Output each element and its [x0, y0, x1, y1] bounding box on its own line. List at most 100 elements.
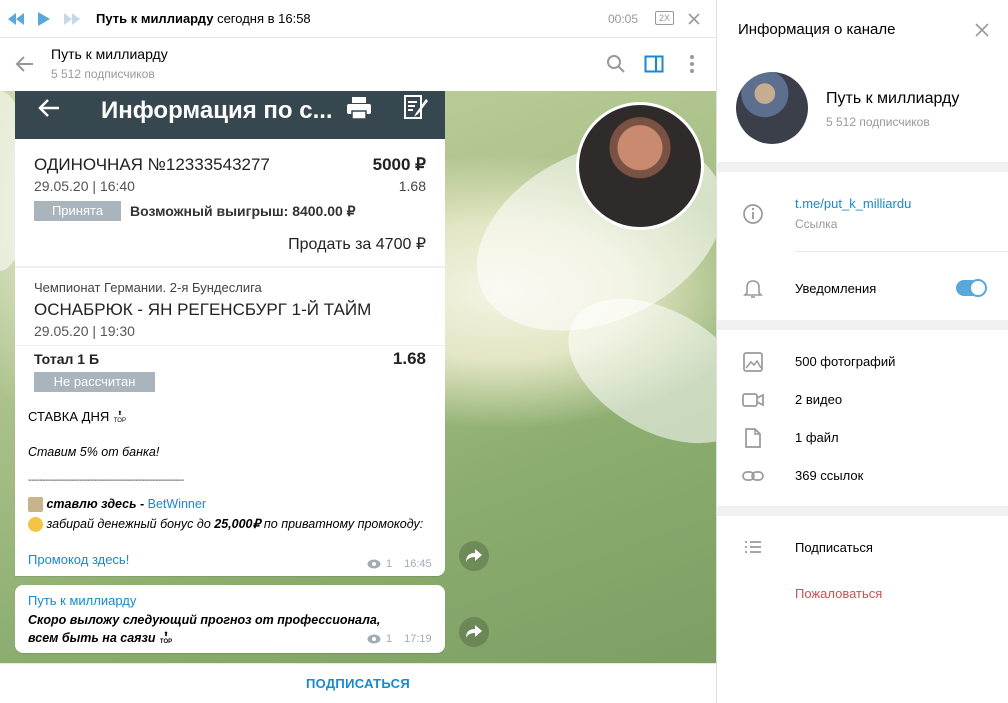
bank-icon: [28, 497, 43, 513]
channel-info-panel: Информация о канале Путь к миллиарду 5 5…: [716, 0, 1008, 703]
photos-count[interactable]: 500 фотографий: [795, 354, 895, 369]
forward-message-icon[interactable]: [459, 541, 489, 571]
sidebar-toggle-icon[interactable]: [643, 53, 665, 75]
message-text: Скоро выложу следующий прогноз от профес…: [28, 611, 408, 647]
bell-icon: [741, 276, 765, 300]
message-separator: ----------------------------------------…: [28, 475, 184, 486]
bonus-amount: 25,000₽: [214, 517, 261, 531]
video-icon: [741, 388, 765, 412]
search-icon[interactable]: [605, 53, 627, 75]
promo-link[interactable]: Промокод здесь!: [28, 552, 129, 567]
channel-subscribers: 5 512 подписчиков: [826, 115, 930, 129]
shared-media-section: 500 фотографий 2 видео 1 файл 369 ссылок: [717, 330, 1008, 506]
match-name: ОСНАБРЮК - ЯН РЕГЕНСБУРГ 1-Й ТАЙМ: [34, 300, 372, 319]
audio-player-bar: Путь к миллиарду сегодня в 16:58 00:05 2…: [0, 0, 716, 38]
link-icon: [741, 464, 765, 488]
channel-actions-section: Подписаться Пожаловаться: [717, 516, 1008, 703]
possible-win: Возможный выигрыш: 8400.00 ₽: [130, 203, 356, 219]
subscribe-bar[interactable]: ПОДПИСАТЬСЯ: [0, 663, 716, 703]
file-icon: [741, 426, 765, 450]
photo-icon: [741, 350, 765, 374]
round-video-message[interactable]: [576, 102, 704, 230]
betwinner-link[interactable]: BetWinner: [148, 497, 206, 511]
channel-profile-section: Информация о канале Путь к миллиарду 5 5…: [717, 0, 1008, 162]
bet-screenshot-image[interactable]: Информация по с... ОДИНОЧНАЯ №1233354327…: [15, 91, 445, 401]
divider: [795, 251, 1008, 252]
play-icon[interactable]: [34, 9, 54, 29]
sell-offer: Продать за 4700 ₽: [288, 236, 426, 253]
market-coef: 1.68: [392, 349, 426, 368]
message-meta: 1 16:45: [367, 558, 432, 570]
chat-area: Информация по с... ОДИНОЧНАЯ №1233354327…: [0, 91, 716, 663]
message-line: Ставим 5% от банка!: [28, 445, 160, 459]
views-eye-icon: [367, 634, 381, 644]
player-title: Путь к миллиарду: [96, 11, 214, 26]
links-count[interactable]: 369 ссылок: [795, 468, 863, 483]
message-line: ставлю здесь - BetWinner: [28, 497, 206, 513]
player-position: 00:05: [608, 12, 639, 26]
rewind-icon[interactable]: [6, 9, 26, 29]
divider: [15, 266, 445, 268]
message-bubble: СТАВКА ДНЯ ⬆ TOP Ставим 5% от банка! ----…: [15, 401, 445, 576]
list-icon: [741, 535, 765, 559]
files-count[interactable]: 1 файл: [795, 430, 839, 445]
bet-app-title: Информация по с...: [101, 97, 333, 124]
player-time-label: сегодня в 16:58: [217, 11, 311, 26]
forward-icon[interactable]: [62, 9, 82, 29]
chat-title[interactable]: Путь к миллиарду: [51, 46, 168, 62]
playback-speed-button[interactable]: 2X: [655, 11, 675, 25]
channel-avatar[interactable]: [736, 72, 808, 144]
bet-app-bar: Информация по с...: [15, 91, 445, 139]
match-datetime: 29.05.20 | 19:30: [34, 323, 135, 339]
views-count: 1: [386, 633, 393, 645]
channel-name: Путь к миллиарду: [826, 90, 960, 107]
message-line: СТАВКА ДНЯ ⬆ TOP: [28, 409, 127, 425]
panel-title: Информация о канале: [738, 21, 896, 38]
market-name: Тотал 1 Б: [34, 351, 100, 367]
close-icon[interactable]: [971, 19, 993, 41]
bet-amount: 5000 ₽: [372, 155, 426, 174]
notifications-label: Уведомления: [795, 281, 877, 296]
bet-coef: 1.68: [398, 178, 426, 194]
more-menu-icon[interactable]: [681, 53, 703, 75]
player-track: Путь к миллиарду сегодня в 16:58: [96, 11, 311, 26]
videos-count[interactable]: 2 видео: [795, 392, 842, 407]
message-line: забирай денежный бонус до 25,000₽ по при…: [28, 515, 428, 533]
edit-note-icon: [404, 95, 428, 119]
top-arrow-icon: ⬆ TOP: [113, 410, 126, 424]
info-icon: [741, 202, 765, 226]
top-arrow-icon: ⬆ TOP: [159, 631, 173, 645]
back-arrow-icon[interactable]: [14, 53, 36, 75]
message-time: 17:19: [404, 633, 432, 645]
close-icon[interactable]: [684, 9, 704, 29]
message-meta: 1 17:19: [367, 633, 432, 645]
channel-link[interactable]: t.me/put_k_milliardu: [795, 196, 911, 211]
market-status-badge: Не рассчитан: [34, 372, 155, 392]
message-text: по приватному промокоду:: [260, 517, 424, 531]
forward-message-icon[interactable]: [459, 617, 489, 647]
message-text: ставлю здесь -: [46, 497, 148, 511]
divider: [15, 345, 445, 346]
message-bubble: Путь к миллиарду Скоро выложу следующий …: [15, 585, 445, 653]
chat-subtitle: 5 512 подписчиков: [51, 67, 155, 81]
print-icon: [347, 97, 371, 120]
notifications-toggle[interactable]: [956, 279, 987, 297]
message-heading: СТАВКА ДНЯ: [28, 409, 110, 424]
subscribe-button[interactable]: ПОДПИСАТЬСЯ: [306, 676, 410, 691]
bet-id: ОДИНОЧНАЯ №12333543277: [34, 155, 270, 174]
status-badge: Принята: [34, 201, 121, 221]
report-action[interactable]: Пожаловаться: [795, 586, 882, 601]
reply-author[interactable]: Путь к миллиарду: [28, 593, 136, 608]
money-face-icon: [28, 517, 43, 533]
message-text: забирай денежный бонус до: [46, 517, 215, 531]
channel-link-caption: Ссылка: [795, 217, 838, 231]
views-count: 1: [386, 558, 393, 570]
bet-datetime: 29.05.20 | 16:40: [34, 178, 135, 194]
message-time: 16:45: [404, 558, 432, 570]
subscribe-action[interactable]: Подписаться: [795, 540, 873, 555]
league-name: Чемпионат Германии. 2-я Бундеслига: [34, 280, 262, 295]
chat-header: Путь к миллиарду 5 512 подписчиков: [0, 38, 716, 91]
views-eye-icon: [367, 559, 381, 569]
message-text-content: Скоро выложу следующий прогноз от профес…: [28, 613, 381, 645]
channel-details-section: t.me/put_k_milliardu Ссылка Уведомления: [717, 172, 1008, 320]
